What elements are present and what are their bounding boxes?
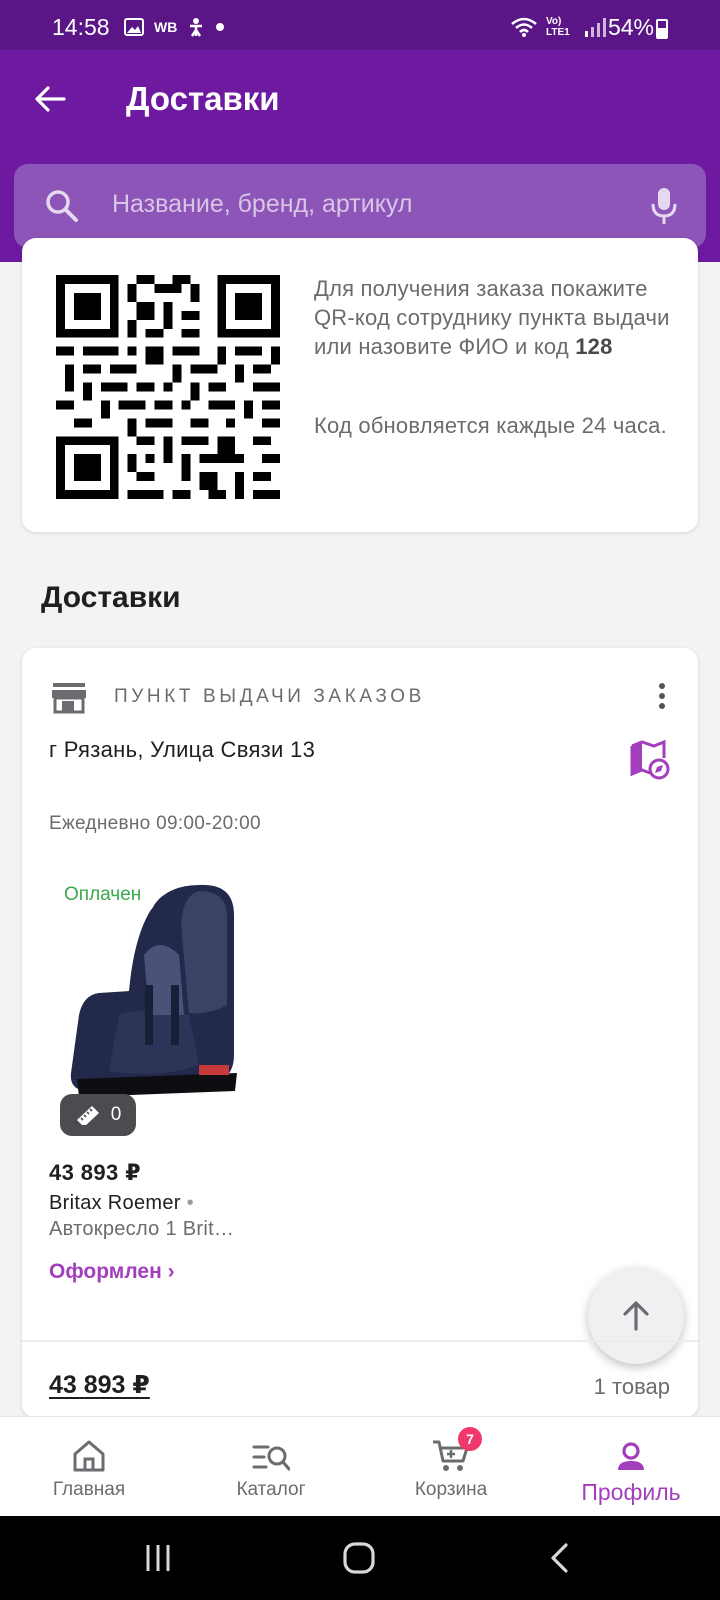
cart-count-badge: 7 bbox=[458, 1427, 482, 1451]
map-route-icon[interactable] bbox=[630, 740, 670, 780]
pickup-code: 128 bbox=[575, 334, 613, 359]
arrow-up-icon bbox=[623, 1301, 649, 1331]
search-placeholder: Название, бренд, артикул bbox=[112, 190, 413, 218]
nav-item-profile[interactable]: Профиль bbox=[556, 1431, 706, 1506]
qr-code bbox=[56, 275, 280, 499]
nav-item-home[interactable]: Главная bbox=[14, 1431, 164, 1501]
product-name: Автокресло 1 Brit… bbox=[49, 1218, 235, 1240]
dot-icon bbox=[216, 23, 225, 31]
delivery-total[interactable]: 43 893 ₽ bbox=[49, 1370, 150, 1400]
page-title: Доставки bbox=[126, 80, 280, 117]
bottom-navigation: Главная Каталог 7 Корзина Профиль bbox=[0, 1416, 720, 1517]
nav-label-home: Главная bbox=[52, 1479, 126, 1500]
nav-label-cart: Корзина bbox=[414, 1479, 488, 1500]
signal-icon bbox=[585, 18, 606, 37]
search-input[interactable]: Название, бренд, артикул bbox=[14, 164, 706, 248]
status-time: 14:58 bbox=[52, 14, 110, 40]
nav-label-catalog: Каталог bbox=[236, 1479, 306, 1500]
size-badge: 0 bbox=[60, 1094, 136, 1136]
search-icon bbox=[46, 190, 78, 222]
product-brand-text: Britax Roemer bbox=[49, 1192, 181, 1214]
items-count: 1 товар bbox=[593, 1374, 670, 1399]
arrow-back-icon bbox=[35, 86, 66, 112]
microphone-icon[interactable] bbox=[650, 186, 678, 226]
ruler-icon bbox=[76, 1106, 99, 1125]
status-right-icons: Vo) LTE1 bbox=[510, 16, 608, 38]
nav-item-cart[interactable]: 7 Корзина bbox=[376, 1427, 526, 1501]
nav-label-profile: Профиль bbox=[581, 1479, 681, 1505]
profile-icon bbox=[618, 1442, 644, 1470]
more-options-button[interactable] bbox=[652, 680, 672, 716]
lte-label: Vo) LTE1 bbox=[546, 16, 570, 38]
catalog-search-icon bbox=[252, 1445, 290, 1471]
status-bar: 14:58 WB Vo) LTE1 54% bbox=[0, 0, 720, 50]
nav-item-catalog[interactable]: Каталог bbox=[196, 1431, 346, 1501]
battery-icon bbox=[656, 19, 668, 39]
qr-instruction: Для получения заказа покажите QR-код сот… bbox=[314, 274, 684, 361]
home-icon bbox=[73, 1440, 105, 1472]
delivery-address: г Рязань, Улица Связи 13 bbox=[49, 737, 316, 762]
store-icon bbox=[52, 683, 86, 714]
card-divider bbox=[22, 1340, 698, 1342]
payment-status-badge: Оплачен bbox=[50, 876, 156, 914]
working-hours: Ежедневно 09:00-20:00 bbox=[49, 813, 261, 834]
app-bar: Доставки Название, бренд, артикул bbox=[0, 50, 720, 262]
battery-percent: 54% bbox=[607, 14, 654, 40]
recent-apps-icon[interactable] bbox=[142, 1542, 174, 1574]
status-left-icons: WB bbox=[124, 17, 225, 37]
wifi-icon bbox=[511, 17, 537, 37]
product-brand: Britax Roemer • bbox=[49, 1192, 194, 1214]
qr-instruction-text: Для получения заказа покажите QR-код сот… bbox=[314, 276, 670, 359]
order-status-link[interactable]: Оформлен › bbox=[49, 1260, 175, 1284]
scroll-to-top-button[interactable] bbox=[588, 1268, 684, 1364]
accessibility-icon bbox=[190, 18, 203, 37]
qr-note: Код обновляется каждые 24 часа. bbox=[314, 413, 667, 438]
system-back-icon[interactable] bbox=[548, 1542, 572, 1574]
pickup-point-label: ПУНКТ ВЫДАЧИ ЗАКАЗОВ bbox=[114, 686, 425, 707]
back-button[interactable] bbox=[30, 76, 70, 122]
system-navigation-bar bbox=[0, 1516, 720, 1600]
product-price: 43 893 ₽ bbox=[49, 1160, 141, 1185]
section-title: Доставки bbox=[41, 581, 181, 614]
wb-badge: WB bbox=[154, 19, 178, 35]
gallery-icon bbox=[124, 18, 144, 36]
home-button-icon[interactable] bbox=[342, 1542, 378, 1574]
size-count: 0 bbox=[110, 1104, 122, 1125]
